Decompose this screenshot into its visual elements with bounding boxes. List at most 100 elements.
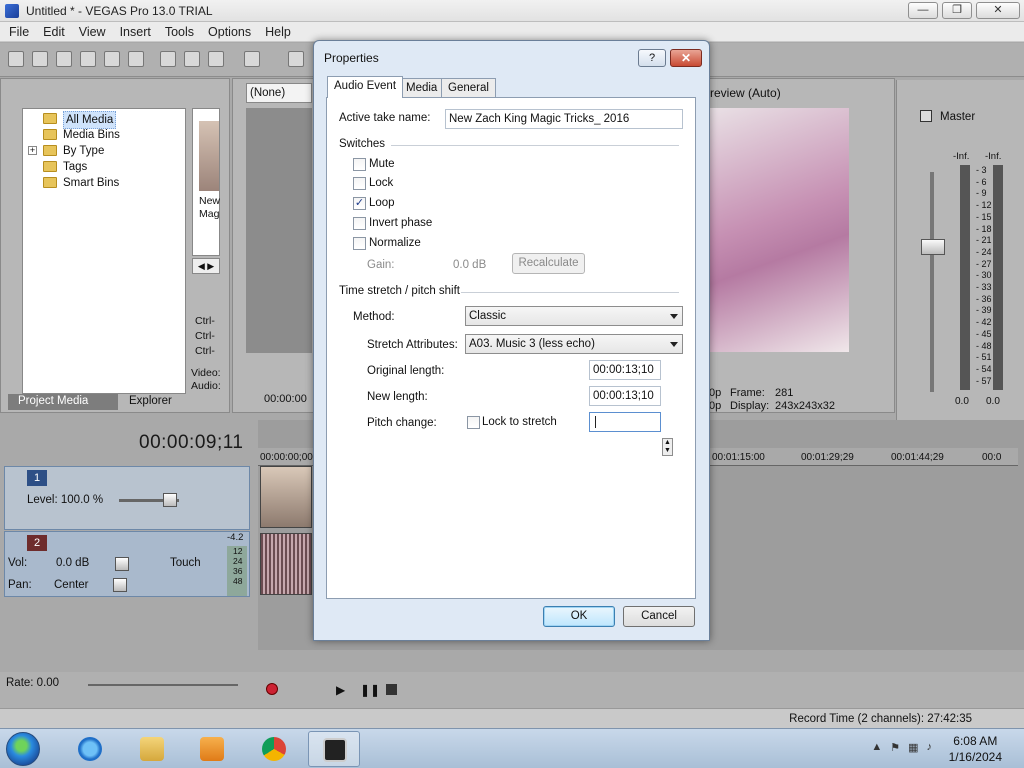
new-length-field[interactable]: 00:00:13;10 xyxy=(589,386,661,406)
cut-icon[interactable] xyxy=(160,51,176,67)
thumb-scroll-arrows[interactable]: ◀ ▶ xyxy=(192,258,220,274)
normalize-checkbox[interactable] xyxy=(353,237,366,250)
tree-item-tags[interactable]: Tags xyxy=(43,159,87,175)
play-icon[interactable]: ▶ xyxy=(336,683,345,697)
taskbar-clock[interactable]: 6:08 AM 1/16/2024 xyxy=(949,733,1002,765)
volume-icon[interactable]: ♪ xyxy=(927,741,933,754)
lock-checkbox[interactable] xyxy=(353,177,366,190)
minimize-button[interactable]: — xyxy=(908,2,938,19)
audio-track-header[interactable]: 2 Vol: 0.0 dB Pan: Center Touch -4.2 12 … xyxy=(4,531,250,597)
vol-slider-handle[interactable] xyxy=(115,557,129,571)
rate-slider[interactable] xyxy=(88,684,238,686)
track-meter-peak: -4.2 xyxy=(227,532,244,543)
master-icon xyxy=(920,110,932,122)
copy-icon[interactable] xyxy=(184,51,200,67)
save-icon[interactable] xyxy=(56,51,72,67)
tree-item-media-bins[interactable]: Media Bins xyxy=(43,127,120,143)
stop-icon[interactable] xyxy=(386,684,397,695)
pause-icon[interactable]: ❚❚ xyxy=(360,683,380,697)
pitch-change-label: Pitch change: xyxy=(367,417,437,429)
tab-general[interactable]: General xyxy=(441,78,496,98)
stretch-attributes-dropdown[interactable]: A03. Music 3 (less echo) xyxy=(465,334,683,354)
pan-slider-handle[interactable] xyxy=(113,578,127,592)
media-thumbnail[interactable]: New Mag xyxy=(192,108,220,256)
menu-help[interactable]: Help xyxy=(258,25,298,39)
taskbar-chrome[interactable] xyxy=(248,731,300,767)
taskbar-file-explorer[interactable] xyxy=(126,731,178,767)
ok-button[interactable]: OK xyxy=(543,606,615,627)
side-label: Ctrl- xyxy=(195,345,215,357)
lock-to-stretch-checkbox[interactable] xyxy=(467,416,480,429)
mute-checkbox[interactable] xyxy=(353,158,366,171)
new-project-icon[interactable] xyxy=(8,51,24,67)
tab-explorer[interactable]: Explorer xyxy=(129,395,172,407)
folder-icon xyxy=(43,161,57,172)
master-scale-tick: - 39 xyxy=(976,305,992,316)
paste-icon[interactable] xyxy=(208,51,224,67)
trimmer-dropdown[interactable]: (None) xyxy=(246,83,312,103)
render-icon[interactable] xyxy=(104,51,120,67)
side-label: Ctrl- xyxy=(195,330,215,342)
tree-item-smart-bins[interactable]: Smart Bins xyxy=(43,175,119,191)
tree-item-by-type[interactable]: By Type xyxy=(43,143,104,159)
start-button[interactable] xyxy=(6,732,40,766)
tab-audio-event[interactable]: Audio Event xyxy=(327,76,404,98)
active-take-name-field[interactable]: New Zach King Magic Tricks_ 2016 xyxy=(445,109,683,129)
master-scale-tick: - 15 xyxy=(976,211,992,222)
undo-icon[interactable] xyxy=(244,51,260,67)
pan-value: Center xyxy=(54,579,89,591)
media-tree: All Media Media Bins By Type Tags Smart … xyxy=(22,108,186,394)
recalculate-button[interactable]: Recalculate xyxy=(512,253,585,274)
audio-event-clip[interactable] xyxy=(260,533,312,595)
system-tray: ▲ ⚑ ▦ ♪ xyxy=(871,741,932,754)
master-scale-tick: - 30 xyxy=(976,270,992,281)
redo-icon[interactable] xyxy=(288,51,304,67)
menu-options[interactable]: Options xyxy=(201,25,258,39)
taskbar-internet-explorer[interactable] xyxy=(64,731,116,767)
method-dropdown[interactable]: Classic xyxy=(465,306,683,326)
action-center-icon[interactable]: ⚑ xyxy=(890,741,900,754)
menu-file[interactable]: File xyxy=(2,25,36,39)
preview-quality-dropdown[interactable]: review (Auto) xyxy=(710,86,781,100)
tab-project-media[interactable]: Project Media xyxy=(8,394,118,410)
taskbar-media-player[interactable] xyxy=(186,731,238,767)
restore-button[interactable]: ❐ xyxy=(942,2,972,19)
loop-checkbox[interactable]: ✓ xyxy=(353,197,366,210)
expand-plus-icon[interactable]: + xyxy=(28,146,37,155)
menu-tools[interactable]: Tools xyxy=(158,25,201,39)
network-icon[interactable]: ▦ xyxy=(908,741,918,754)
save-as-icon[interactable] xyxy=(80,51,96,67)
dialog-title: Properties xyxy=(324,51,379,65)
video-event-clip[interactable] xyxy=(260,466,312,528)
tab-media[interactable]: Media xyxy=(399,78,445,98)
invert-phase-checkbox[interactable] xyxy=(353,217,366,230)
automation-mode-touch[interactable]: Touch xyxy=(170,557,201,569)
open-icon[interactable] xyxy=(32,51,48,67)
thumb-caption-line1: New xyxy=(199,195,221,207)
record-icon[interactable] xyxy=(266,683,278,695)
tree-item-all-media[interactable]: All Media xyxy=(43,111,117,129)
dialog-close-button[interactable]: ✕ xyxy=(670,49,702,67)
menu-insert[interactable]: Insert xyxy=(113,25,158,39)
menu-edit[interactable]: Edit xyxy=(36,25,72,39)
master-scale-tick: - 24 xyxy=(976,246,992,257)
menu-view[interactable]: View xyxy=(72,25,113,39)
taskbar-vegas-pro[interactable] xyxy=(308,731,360,767)
properties-icon[interactable] xyxy=(128,51,144,67)
video-track-header[interactable]: 1 Level: 100.0 % xyxy=(4,466,250,530)
dialog-help-button[interactable]: ? xyxy=(638,49,666,67)
show-hidden-icons-icon[interactable]: ▲ xyxy=(871,741,882,754)
close-window-button[interactable]: ✕ xyxy=(976,2,1020,19)
master-fader-handle[interactable] xyxy=(921,239,945,255)
master-scale-tick: - 42 xyxy=(976,317,992,328)
master-scale-tick: - 9 xyxy=(976,188,987,199)
gain-value: 0.0 dB xyxy=(453,259,487,271)
pitch-spinner[interactable]: ▲ ▼ xyxy=(662,438,673,456)
master-scale-tick: - 48 xyxy=(976,340,992,351)
original-length-field[interactable]: 00:00:13;10 xyxy=(589,360,661,380)
lock-to-stretch-label: Lock to stretch xyxy=(482,416,557,428)
pitch-change-field[interactable] xyxy=(589,412,661,432)
level-slider-handle[interactable] xyxy=(163,493,177,507)
thumb-caption-line2: Mag xyxy=(199,208,220,220)
cancel-button[interactable]: Cancel xyxy=(623,606,695,627)
